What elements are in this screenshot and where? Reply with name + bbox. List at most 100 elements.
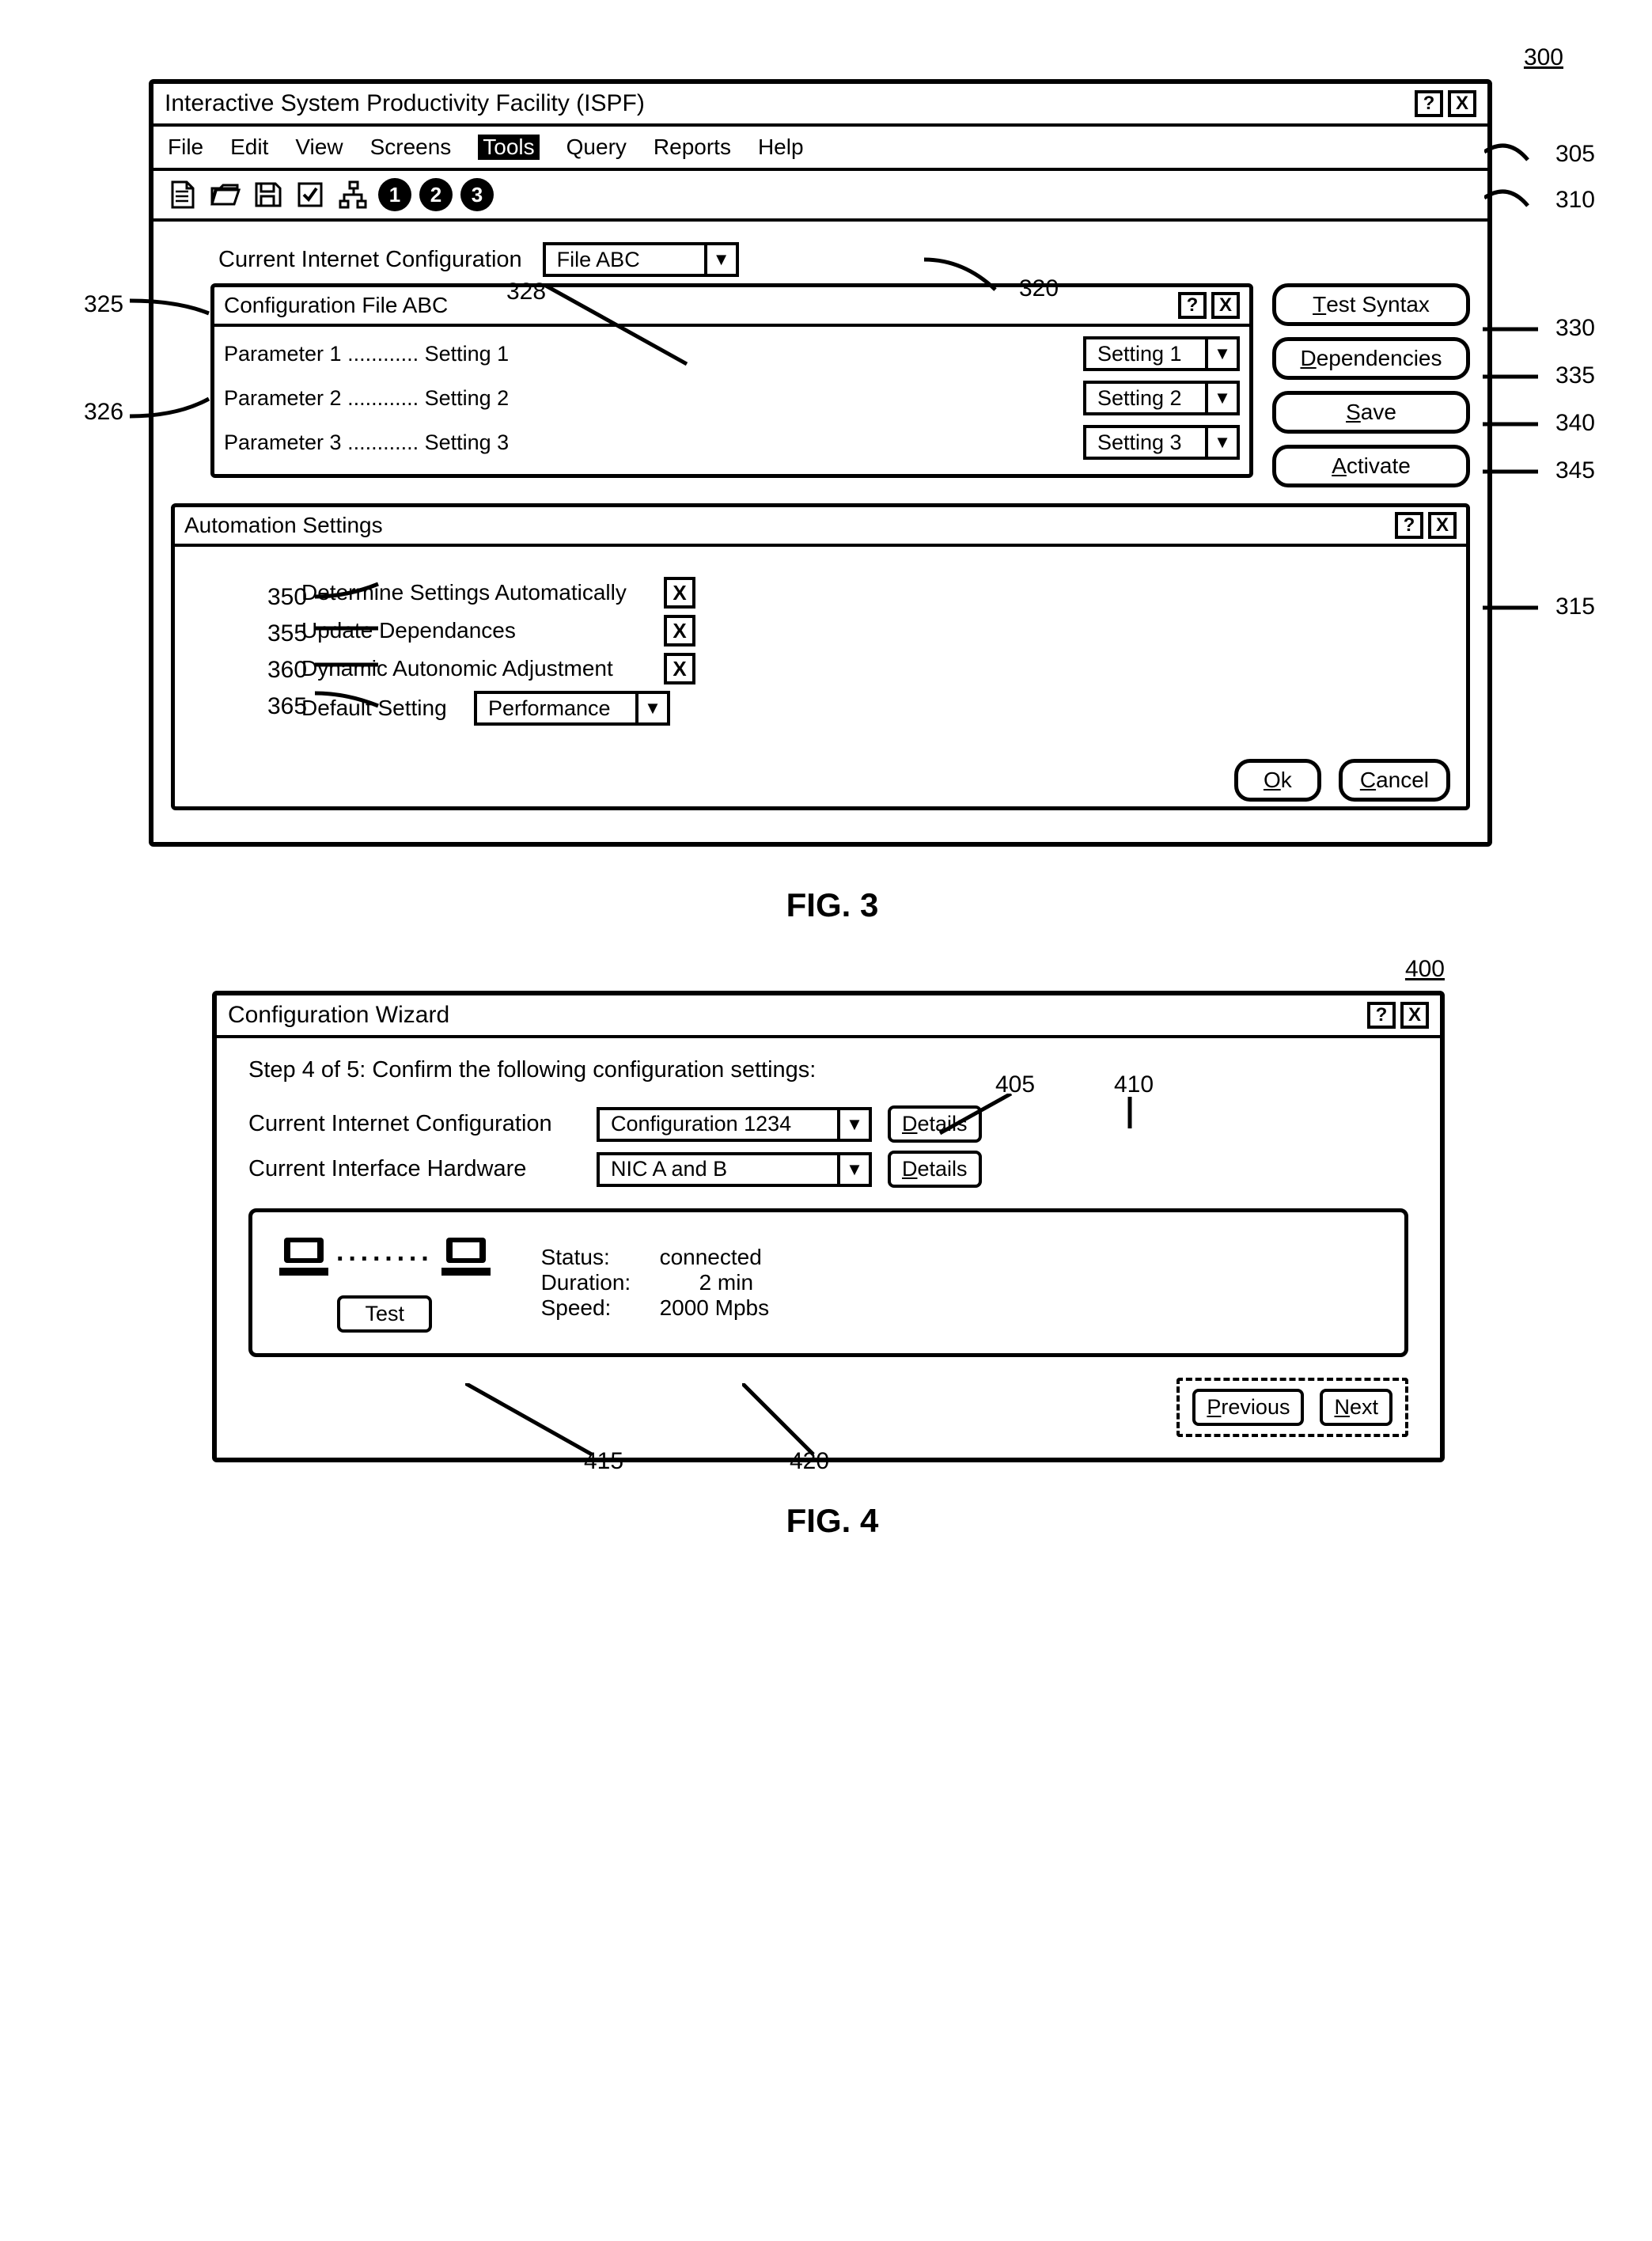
status-value: connected	[660, 1245, 762, 1270]
checkbox-icon[interactable]	[293, 177, 328, 212]
config-file-title: Configuration File ABC	[224, 293, 448, 318]
param-1-dropdown[interactable]: Setting 1 ▼	[1083, 336, 1240, 371]
wiz-hw-dropdown[interactable]: NIC A and B ▼	[597, 1152, 872, 1187]
auto-check-2[interactable]: X	[664, 615, 695, 647]
menu-tools[interactable]: Tools	[478, 135, 539, 160]
automation-panel: Automation Settings ? X Determine Settin…	[171, 503, 1470, 810]
close-icon[interactable]: X	[1448, 90, 1476, 117]
panel-close-icon[interactable]: X	[1211, 292, 1240, 319]
computer-left-icon	[276, 1233, 332, 1286]
ann-335: 335	[1555, 362, 1595, 389]
new-doc-icon[interactable]	[165, 177, 199, 212]
connection-dots-icon: ········	[336, 1244, 434, 1275]
param-row-3: Parameter 3 ............ Setting 3 Setti…	[224, 420, 1240, 465]
auto-row-update: Update Dependances X	[301, 615, 1442, 647]
figure3-refnum: 300	[54, 44, 1563, 71]
param-row-1: Parameter 1 ............ Setting 1 Setti…	[224, 332, 1240, 376]
connection-stats: Status:connected Duration:2 min Speed:20…	[541, 1245, 770, 1321]
figure4-caption: FIG. 4	[54, 1502, 1611, 1540]
activate-button[interactable]: Activate	[1272, 445, 1470, 487]
menu-edit[interactable]: Edit	[230, 135, 268, 160]
wizard-titlebar: Configuration Wizard ? X	[217, 995, 1440, 1038]
menu-view[interactable]: View	[295, 135, 343, 160]
automation-help-icon[interactable]: ?	[1395, 512, 1423, 539]
chevron-down-icon: ▼	[837, 1155, 869, 1184]
param-2-dropdown[interactable]: Setting 2 ▼	[1083, 381, 1240, 415]
ann-405: 405	[995, 1071, 1035, 1098]
menu-screens[interactable]: Screens	[370, 135, 452, 160]
speed-label: Speed:	[541, 1295, 652, 1321]
circle-2-icon[interactable]: 2	[419, 178, 453, 211]
automation-body: Determine Settings Automatically X Updat…	[175, 547, 1466, 748]
wizard-help-icon[interactable]: ?	[1367, 1002, 1396, 1029]
duration-value: 2 min	[660, 1270, 753, 1295]
circle-3-icon[interactable]: 3	[460, 178, 494, 211]
default-setting-dropdown[interactable]: Performance ▼	[474, 691, 670, 726]
ann-328: 328	[506, 279, 546, 305]
figure4-refnum: 400	[54, 956, 1445, 983]
hierarchy-icon[interactable]	[335, 177, 370, 212]
automation-title: Automation Settings	[184, 513, 383, 538]
nav-button-group: Previous Next	[1176, 1378, 1408, 1437]
menubar: File Edit View Screens Tools Query Repor…	[153, 127, 1487, 171]
auto-check-3[interactable]: X	[664, 653, 695, 684]
chevron-down-icon: ▼	[1205, 339, 1237, 368]
previous-button[interactable]: Previous	[1192, 1389, 1304, 1426]
automation-close-icon[interactable]: X	[1428, 512, 1457, 539]
config-file-panel: Configuration File ABC ? X Parameter 1 .…	[210, 283, 1253, 478]
menu-reports[interactable]: Reports	[654, 135, 731, 160]
menu-help[interactable]: Help	[758, 135, 804, 160]
param-3-text: Parameter 3 ............ Setting 3	[224, 430, 1072, 455]
ann-310: 310	[1555, 187, 1595, 214]
panel-help-icon[interactable]: ?	[1178, 292, 1207, 319]
open-folder-icon[interactable]	[207, 177, 242, 212]
wiz-config-dropdown[interactable]: Configuration 1234 ▼	[597, 1107, 872, 1142]
wizard-close-icon[interactable]: X	[1400, 1002, 1429, 1029]
ann-355: 355	[267, 620, 307, 647]
circle-1-icon[interactable]: 1	[378, 178, 411, 211]
param-2-text: Parameter 2 ............ Setting 2	[224, 386, 1072, 411]
ok-button[interactable]: Ok	[1234, 759, 1321, 802]
action-button-column: Test Syntax Dependencies Save Activate	[1272, 236, 1470, 487]
test-syntax-button[interactable]: Test Syntax	[1272, 283, 1470, 326]
wizard-body: Step 4 of 5: Confirm the following confi…	[217, 1038, 1440, 1458]
menu-query[interactable]: Query	[566, 135, 627, 160]
wiz-row-hardware: Current Interface Hardware NIC A and B ▼…	[248, 1151, 1408, 1188]
ann-330: 330	[1555, 315, 1595, 342]
chevron-down-icon: ▼	[1205, 428, 1237, 457]
param-list: Parameter 1 ............ Setting 1 Setti…	[214, 327, 1249, 474]
ann-350: 350	[267, 584, 307, 611]
toolbar: 1 2 3	[153, 171, 1487, 222]
ann-325: 325	[84, 291, 123, 318]
duration-label: Duration:	[541, 1270, 652, 1295]
chevron-down-icon: ▼	[635, 694, 667, 722]
ann-365: 365	[267, 693, 307, 720]
param-1-text: Parameter 1 ............ Setting 1	[224, 342, 1072, 366]
ispf-content: Current Internet Configuration File ABC …	[153, 222, 1487, 842]
cancel-button[interactable]: Cancel	[1339, 759, 1450, 802]
auto-check-1[interactable]: X	[664, 577, 695, 609]
next-button[interactable]: Next	[1320, 1389, 1392, 1426]
dependencies-button[interactable]: Dependencies	[1272, 337, 1470, 380]
save-disk-icon[interactable]	[250, 177, 285, 212]
menu-file[interactable]: File	[168, 135, 203, 160]
current-config-dropdown[interactable]: File ABC ▼	[543, 242, 739, 277]
ann-326: 326	[84, 399, 123, 426]
ann-410: 410	[1114, 1071, 1154, 1098]
ann-320: 320	[1019, 275, 1059, 302]
chevron-down-icon: ▼	[1205, 384, 1237, 412]
save-button[interactable]: Save	[1272, 391, 1470, 434]
ann-415: 415	[584, 1448, 623, 1475]
ispf-window: Interactive System Productivity Facility…	[149, 79, 1492, 847]
help-icon[interactable]: ?	[1415, 90, 1443, 117]
chevron-down-icon: ▼	[704, 245, 736, 274]
param-row-2: Parameter 2 ............ Setting 2 Setti…	[224, 376, 1240, 420]
ispf-titlebar: Interactive System Productivity Facility…	[153, 84, 1487, 127]
wiz-hw-details-button[interactable]: Details	[888, 1151, 982, 1188]
wizard-title: Configuration Wizard	[228, 1002, 449, 1029]
wiz-config-details-button[interactable]: Details	[888, 1105, 982, 1143]
network-diagram: ········	[276, 1233, 494, 1286]
test-button[interactable]: Test	[337, 1295, 432, 1333]
param-3-dropdown[interactable]: Setting 3 ▼	[1083, 425, 1240, 460]
ann-420: 420	[790, 1448, 829, 1475]
